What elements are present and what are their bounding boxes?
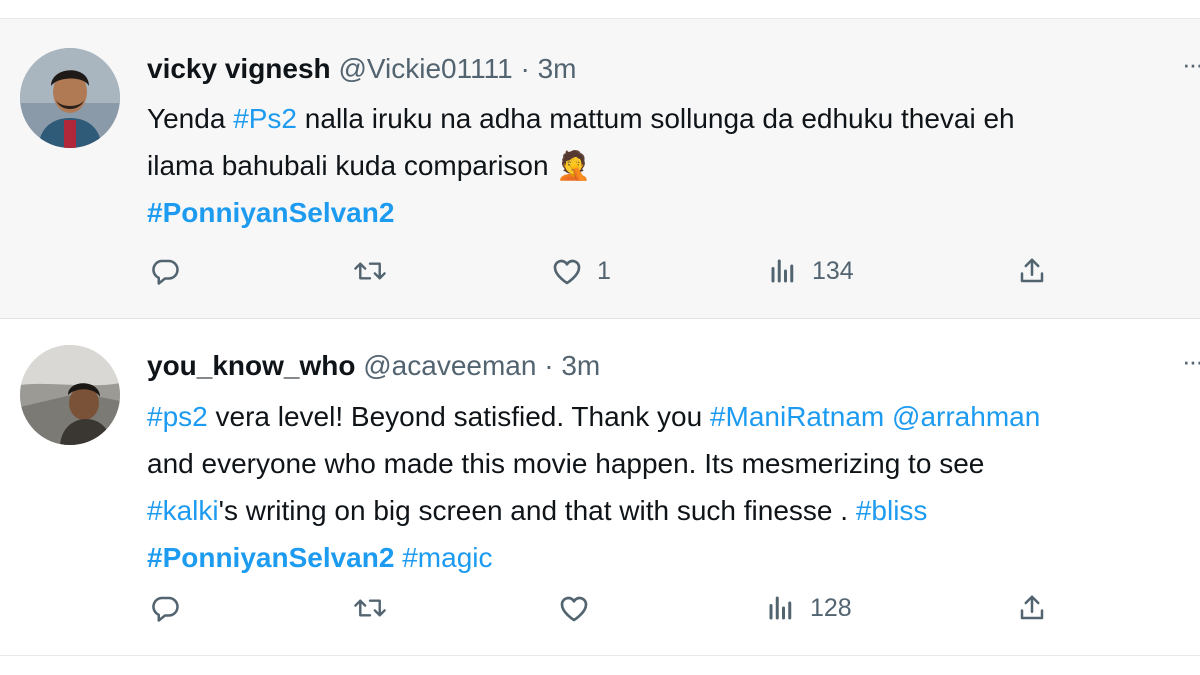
tweet-text-line: and everyone who made this movie happen.… <box>147 440 1197 487</box>
tweet-text-line: #PonniyanSelvan2 <box>147 189 1197 236</box>
share-icon <box>1020 258 1044 283</box>
reply-icon <box>152 596 179 622</box>
tweet-text-line: ilama bahubali kuda comparison 🤦 <box>147 142 1197 189</box>
tweet-card[interactable]: vicky vignesh @Vickie01111 · 3m ··· Yend… <box>0 19 1200 319</box>
separator-dot: · <box>544 350 554 381</box>
like-button[interactable] <box>558 588 590 628</box>
avatar[interactable] <box>20 345 120 445</box>
reply-button[interactable] <box>150 588 180 628</box>
reply-button[interactable] <box>150 251 180 291</box>
next-tweet-edge <box>0 657 1200 675</box>
text-segment <box>884 401 892 432</box>
text-segment: ilama bahubali kuda comparison <box>147 150 557 181</box>
retweet-icon <box>354 262 386 280</box>
hashtag-link[interactable]: #bliss <box>856 495 928 526</box>
text-segment: vera level! Beyond satisfied. Thank you <box>207 401 710 432</box>
more-options-icon[interactable]: ··· <box>1182 49 1200 80</box>
separator-dot: · <box>520 53 530 84</box>
facepalm-emoji: 🤦 <box>556 150 592 181</box>
text-segment: nalla iruku na adha mattum sollunga da e… <box>297 103 1015 134</box>
views-icon <box>769 596 792 620</box>
like-count: 1 <box>597 256 611 285</box>
hashtag-link[interactable]: #PonniyanSelvan2 <box>147 197 394 228</box>
retweet-button[interactable] <box>353 588 387 628</box>
text-segment: and everyone who made this movie happen.… <box>147 448 985 479</box>
user-handle[interactable]: @acaveeman <box>363 350 536 381</box>
timestamp[interactable]: 3m <box>561 350 600 381</box>
hashtag-link[interactable]: #PonniyanSelvan2 <box>147 542 394 573</box>
hashtag-link[interactable]: #Ps2 <box>233 103 297 134</box>
views-icon <box>771 259 794 283</box>
tweet-text-line: #PonniyanSelvan2 #magic <box>147 534 1197 581</box>
views-count: 134 <box>812 256 854 285</box>
tweet-text-line: #kalki's writing on big screen and that … <box>147 487 1197 534</box>
tweet-text: Yenda #Ps2 nalla iruku na adha mattum so… <box>147 95 1197 236</box>
hashtag-link[interactable]: #ps2 <box>147 401 208 432</box>
hashtag-link[interactable]: #ManiRatnam <box>710 401 884 432</box>
tweet-text-line: Yenda #Ps2 nalla iruku na adha mattum so… <box>147 95 1197 142</box>
avatar[interactable] <box>20 48 120 148</box>
action-bar: 1 134 <box>0 251 1200 291</box>
display-name[interactable]: you_know_who <box>147 350 355 381</box>
share-button[interactable] <box>1017 251 1047 291</box>
more-options-icon[interactable]: ··· <box>1182 346 1200 377</box>
mention-link[interactable]: @arrahman <box>892 401 1040 432</box>
hashtag-link[interactable]: #magic <box>402 542 492 573</box>
action-bar: 128 <box>0 588 1200 628</box>
share-icon <box>1020 595 1044 620</box>
tweet-card[interactable]: you_know_who @acaveeman · 3m ··· #ps2 ve… <box>0 320 1200 656</box>
like-button[interactable]: 1 <box>551 251 611 291</box>
user-handle[interactable]: @Vickie01111 <box>338 53 512 84</box>
like-icon <box>553 259 581 285</box>
display-name[interactable]: vicky vignesh <box>147 53 331 84</box>
reply-icon <box>152 259 179 285</box>
previous-tweet-edge <box>0 0 1200 19</box>
text-segment: Yenda <box>147 103 234 134</box>
views-count: 128 <box>810 593 852 622</box>
retweet-button[interactable] <box>353 251 387 291</box>
tweet-header: you_know_who @acaveeman · 3m <box>147 348 600 384</box>
like-icon <box>560 596 588 622</box>
tweet-text-line: #ps2 vera level! Beyond satisfied. Thank… <box>147 393 1197 440</box>
tweet-text: #ps2 vera level! Beyond satisfied. Thank… <box>147 393 1197 581</box>
timestamp[interactable]: 3m <box>538 53 577 84</box>
views-button[interactable]: 128 <box>766 588 852 628</box>
retweet-icon <box>354 599 386 617</box>
views-button[interactable]: 134 <box>768 251 854 291</box>
hashtag-link[interactable]: #kalki <box>147 495 219 526</box>
text-segment: 's writing on big screen and that with s… <box>218 495 856 526</box>
share-button[interactable] <box>1017 588 1047 628</box>
tweet-header: vicky vignesh @Vickie01111 · 3m <box>147 51 576 87</box>
